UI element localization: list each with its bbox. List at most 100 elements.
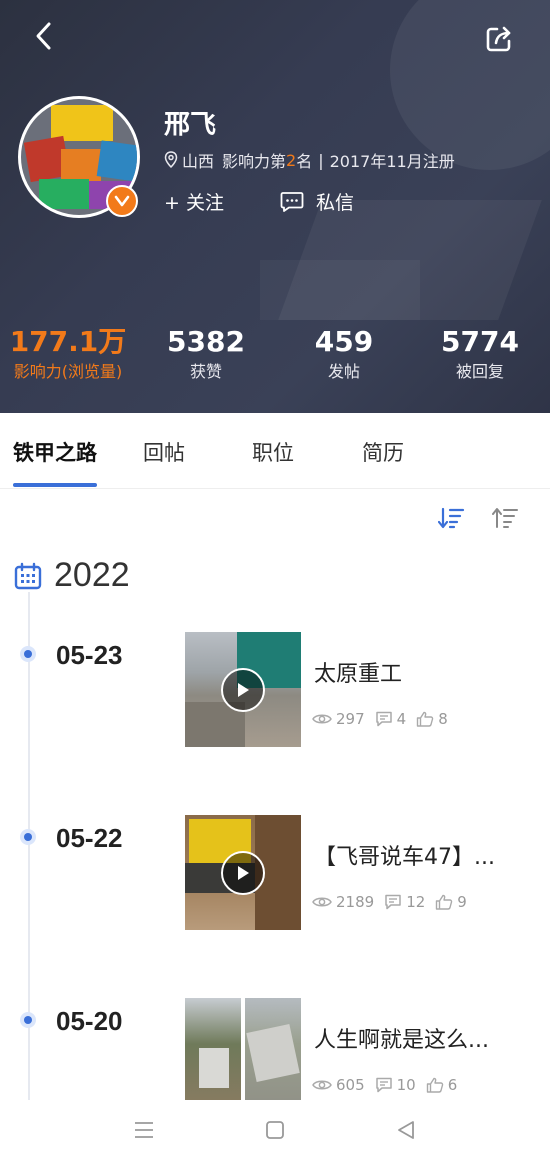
play-button[interactable] [221,668,265,712]
entry-title[interactable]: 【飞哥说车47】... [314,839,514,871]
likes-count: 9 [435,893,467,911]
likes-value: 6 [447,1076,458,1094]
entry-counts: 297 4 8 [312,710,458,728]
thumbs-up-icon [416,711,434,727]
system-nav-bar [0,1100,550,1163]
timeline-entry[interactable]: 05-22 【飞哥说车47】... 2189 12 9 [0,815,550,955]
chat-bubble-icon [280,191,304,212]
meta-separator: | [318,150,324,170]
comment-icon [375,1077,392,1093]
views-value: 297 [336,710,365,728]
stat-label: 影响力(浏览量) [13,362,123,381]
menu-icon [135,1122,153,1138]
video-thumbnail[interactable] [185,632,301,747]
stat-value: 177.1万 [9,325,127,358]
video-thumbnail[interactable] [185,815,301,930]
stat-value: 459 [314,325,374,358]
influence-suffix: 名 [296,152,313,171]
comment-icon [375,711,392,727]
sort-ascending-icon [492,508,518,528]
comments-value: 12 [406,893,426,911]
play-icon [238,866,249,880]
year-label: 2022 [54,556,130,594]
views-count: 2189 [312,893,374,911]
stat-posts[interactable]: 459 发帖 [296,324,392,384]
stat-value: 5774 [441,325,519,358]
comments-count: 10 [375,1076,416,1094]
sort-descending-icon [437,507,465,529]
influence-prefix: 影响力第 [222,152,287,171]
header-decoration [260,260,420,320]
thumb-machine [199,1048,229,1088]
stat-value: 5382 [167,325,245,358]
menu-button[interactable] [132,1118,156,1142]
stat-replies[interactable]: 5774 被回复 [432,324,528,384]
calendar-icon [14,562,42,589]
entry-date: 05-20 [56,1006,123,1036]
home-button[interactable] [263,1118,287,1142]
tab-replies[interactable]: 回帖 [143,437,185,467]
play-button[interactable] [221,851,265,895]
tab-jobs[interactable]: 职位 [252,437,294,467]
stat-likes[interactable]: 5382 获赞 [158,324,254,384]
comments-value: 10 [396,1076,416,1094]
likes-value: 8 [438,710,448,728]
stat-label: 发帖 [327,362,360,381]
tab-road[interactable]: 铁甲之路 [13,437,97,467]
square-home-icon [266,1121,284,1139]
header-decoration [390,0,550,170]
registered-date: 2017年11月注册 [329,152,455,171]
timeline-dot [20,1012,36,1028]
eye-icon [312,1080,332,1090]
share-icon [486,26,511,52]
timeline-dot [20,646,36,662]
stat-label: 被回复 [455,362,504,381]
play-icon [238,683,249,697]
eye-icon [312,897,332,907]
likes-count: 8 [416,710,448,728]
location-pin-icon [164,151,178,169]
message-label: 私信 [316,192,355,214]
thumbs-up-icon [436,894,453,910]
follow-button[interactable]: + 关注 [164,188,224,215]
verified-badge-icon [106,185,138,217]
entry-date: 05-23 [56,640,123,670]
influence-rank: 2 [286,150,297,170]
comments-count: 4 [375,710,406,728]
timeline-entry[interactable]: 05-23 太原重工 297 4 8 [0,632,550,772]
sort-descending-button[interactable] [437,506,466,530]
tab-active-indicator [13,483,97,487]
stats-row: 177.1万 影响力(浏览量) 5382 获赞 459 发帖 5774 被回复 [0,324,550,394]
location-text: 山西 [182,152,215,171]
entry-date: 05-22 [56,823,123,853]
avatar-image-part [39,179,89,209]
chevron-left-icon [36,22,51,50]
comment-icon [385,894,401,910]
entry-title[interactable]: 人生啊就是这么... [314,1022,514,1054]
share-button[interactable] [484,24,514,54]
likes-count: 6 [426,1076,458,1094]
username: 邢飞 [164,110,217,140]
stat-influence[interactable]: 177.1万 影响力(浏览量) [6,324,130,384]
profile-header: 邢飞 山西 影响力第 2 名 | 2017年11月注册 + 关注 私信 177.1万… [0,0,550,413]
views-count: 605 [312,1076,365,1094]
back-system-button[interactable] [394,1118,418,1142]
entry-title[interactable]: 太原重工 [314,656,514,688]
views-value: 605 [336,1076,365,1094]
timeline-dot [20,829,36,845]
image-thumbnail[interactable] [245,998,301,1113]
year-header: 2022 [14,556,130,595]
thumb-machine [246,1023,300,1083]
back-button[interactable] [26,16,62,56]
image-thumbnail[interactable] [185,998,241,1113]
likes-value: 9 [457,893,467,911]
tab-resume[interactable]: 简历 [362,437,404,467]
views-count: 297 [312,710,365,728]
tab-bar: 铁甲之路 回帖 职位 简历 [0,413,550,489]
views-value: 2189 [336,893,375,911]
message-button[interactable]: 私信 [280,188,354,215]
sort-ascending-button[interactable] [492,506,520,530]
avatar-image-part [61,149,101,183]
profile-meta: 山西 影响力第 2 名 | 2017年11月注册 [164,148,455,172]
comments-count: 12 [384,893,425,911]
